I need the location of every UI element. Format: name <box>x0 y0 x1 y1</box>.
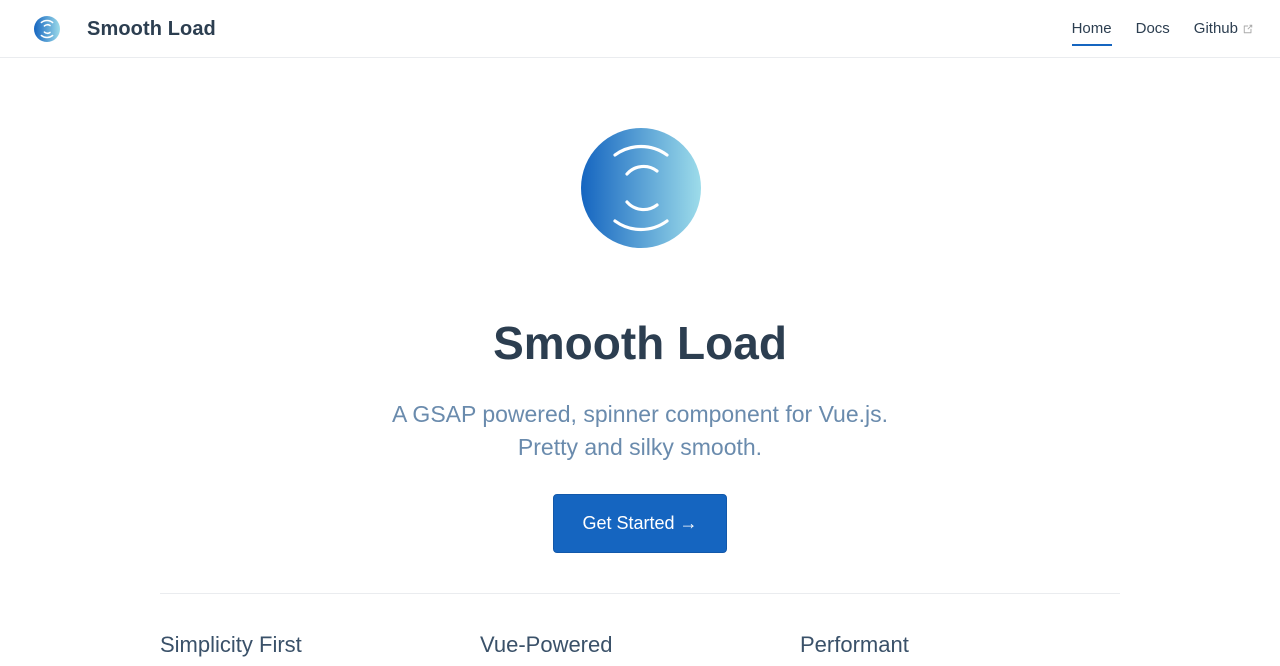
feature-title: Vue-Powered <box>480 632 613 657</box>
external-link-icon <box>1243 24 1253 34</box>
feature-title: Simplicity First <box>160 632 302 657</box>
feature-vue-powered: Vue-Powered <box>480 630 800 660</box>
nav-link-home[interactable]: Home <box>1071 17 1112 46</box>
feature-title: Performant <box>800 632 909 657</box>
nav-link-github[interactable]: Github <box>1194 17 1254 41</box>
hero-title: Smooth Load <box>493 317 787 369</box>
feature-simplicity-first: Simplicity First <box>160 630 480 660</box>
hero-description-line-2: Pretty and silky smooth. <box>517 434 763 460</box>
smooth-load-logo-icon <box>34 16 60 42</box>
get-started-button[interactable]: Get Started → <box>553 494 727 553</box>
nav-link-github-label: Github <box>1193 20 1238 37</box>
nav-link-docs[interactable]: Docs <box>1136 17 1170 41</box>
brand-home-link[interactable]: Smooth Load <box>34 15 216 43</box>
navbar: Smooth Load Home Docs Github <box>0 0 1280 58</box>
smooth-load-hero-logo-icon <box>581 128 701 248</box>
hero-description: A GSAP powered, spinner component for Vu… <box>340 398 940 464</box>
nav-links: Home Docs Github <box>1048 0 1254 58</box>
brand-title: Smooth Load <box>87 17 216 40</box>
feature-performant: Performant <box>800 630 1120 660</box>
features: Simplicity First Vue-Powered Performant <box>160 630 1120 660</box>
section-divider <box>160 593 1120 594</box>
hero-description-line-1: A GSAP powered, spinner component for Vu… <box>391 401 889 427</box>
